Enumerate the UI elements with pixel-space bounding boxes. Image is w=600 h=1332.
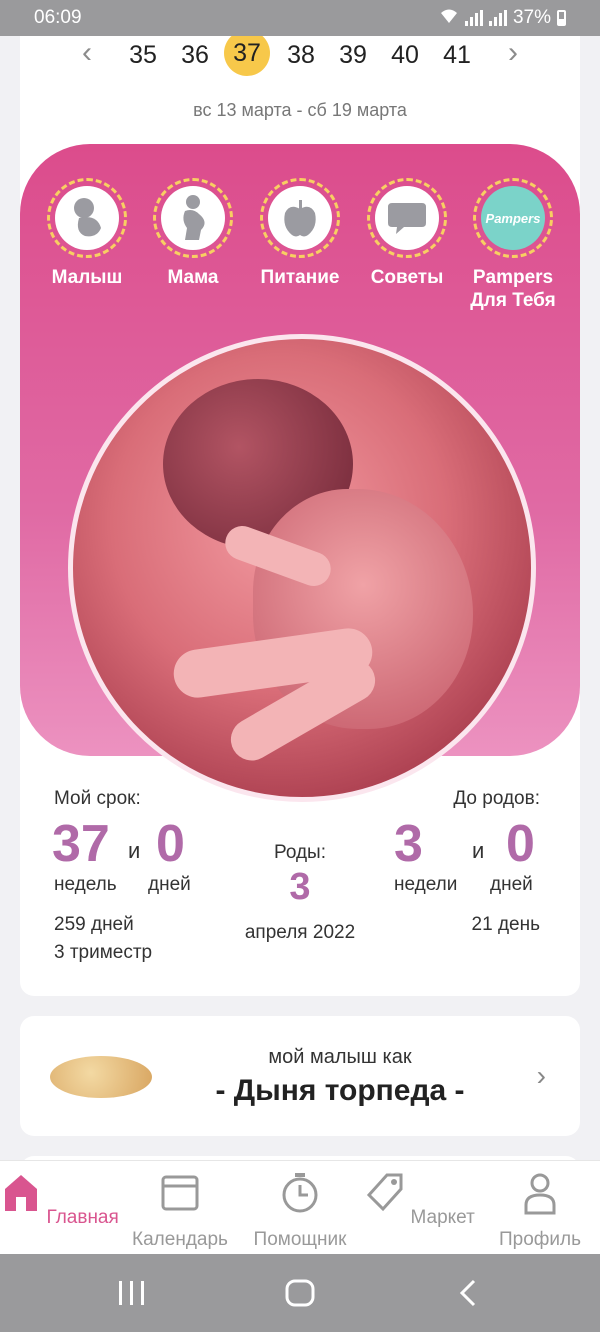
birth-label: Роды: [273, 842, 326, 863]
wifi-icon [439, 8, 459, 29]
week-39[interactable]: 39 [330, 36, 376, 74]
nav-label: Профиль [498, 1229, 582, 1250]
next-week-arrow-icon[interactable]: › [498, 38, 528, 68]
recent-apps-icon[interactable] [116, 1278, 148, 1308]
week-40[interactable]: 40 [382, 36, 428, 74]
until-total: 21 день [471, 914, 540, 935]
nav-market[interactable]: Маркет [360, 1171, 480, 1229]
category-pampers[interactable]: Pampers Pampers Для Тебя [458, 178, 568, 312]
category-tips[interactable]: Советы [352, 178, 462, 289]
signal-icon [464, 10, 483, 26]
nav-assistant[interactable]: Помощник [240, 1171, 360, 1251]
nav-profile[interactable]: Профиль [480, 1171, 600, 1251]
category-nutrition[interactable]: Питание [245, 178, 355, 289]
battery-icon [557, 10, 566, 26]
week-35[interactable]: 35 [120, 36, 166, 74]
home-icon [5, 1175, 38, 1211]
days-unit: дней [148, 874, 191, 895]
until-days-value: 0 [506, 815, 535, 873]
prev-week-arrow-icon[interactable]: ‹ [72, 38, 102, 68]
apple-icon [284, 200, 316, 237]
category-mother[interactable]: Мама [138, 178, 248, 289]
category-label: Малыш [51, 267, 123, 288]
my-term-label: Мой срок: [54, 788, 141, 809]
until-weeks-value: 3 [394, 815, 423, 873]
calendar-icon [161, 1175, 199, 1211]
and-label: и [128, 838, 141, 863]
category-label-line2: Для Тебя [470, 290, 556, 311]
until-weeks-unit: недели [394, 874, 458, 895]
timer-icon [282, 1173, 318, 1213]
and-label-2: и [472, 838, 485, 863]
category-label: Питание [260, 267, 340, 288]
bottom-navigation: Главная Календарь Помощник Маркет Профил… [0, 1160, 600, 1254]
week-selector: ‹ 35 36 37 38 39 40 41 › [20, 30, 580, 76]
birth-day: 3 [289, 866, 311, 908]
week-41[interactable]: 41 [434, 36, 480, 74]
nav-home[interactable]: Главная [0, 1171, 120, 1229]
weeks-value: 37 [52, 815, 110, 873]
weeks-unit: недель [54, 874, 117, 895]
nav-label: Маркет [410, 1207, 475, 1228]
pampers-logo: Pampers [481, 186, 545, 250]
chat-bubble-icon [388, 203, 426, 234]
week-38[interactable]: 38 [278, 36, 324, 74]
size-card-fruit: - Дыня торпеда - [215, 1074, 465, 1107]
week-37-selected[interactable]: 37 [224, 30, 270, 76]
size-card-caption: мой малыш как [268, 1046, 412, 1068]
pregnancy-stats: Мой срок: 37 и 0 недель дней 259 дней 3 … [20, 780, 580, 980]
pregnancy-summary-card: ‹ 35 36 37 38 39 40 41 › вс 13 марта - с… [20, 30, 580, 996]
signal-icon-2 [488, 10, 507, 26]
days-total: 259 дней [54, 914, 134, 935]
nav-label: Главная [46, 1207, 119, 1228]
back-icon[interactable] [456, 1278, 480, 1308]
tag-icon [367, 1173, 403, 1212]
until-birth-label: До родов: [453, 788, 540, 809]
category-label: Советы [370, 267, 444, 288]
status-time: 06:09 [34, 7, 82, 28]
profile-icon [524, 1173, 556, 1215]
chevron-right-icon: › [536, 1060, 546, 1091]
nav-calendar[interactable]: Календарь [120, 1171, 240, 1251]
birth-month: апреля 2022 [244, 922, 356, 943]
nav-label: Календарь [132, 1229, 228, 1250]
category-label-line1: Pampers [472, 267, 554, 288]
fetus-illustration [68, 334, 536, 802]
melon-image [50, 1056, 152, 1098]
baby-icon [74, 198, 101, 237]
trimester: 3 триместр [54, 942, 153, 963]
days-value: 0 [156, 815, 185, 873]
baby-size-card[interactable]: мой малыш как - Дыня торпеда - › [20, 1016, 580, 1136]
status-indicators: 37% [439, 7, 566, 29]
week-date-range: вс 13 марта - сб 19 марта [193, 100, 407, 120]
until-days-unit: дней [490, 874, 533, 895]
week-36[interactable]: 36 [172, 36, 218, 74]
nav-label: Помощник [253, 1229, 347, 1250]
mother-icon [183, 195, 205, 240]
category-label: Мама [167, 267, 219, 288]
category-baby[interactable]: Малыш [32, 178, 142, 289]
battery-percent: 37% [512, 7, 551, 28]
home-button-icon[interactable] [284, 1278, 316, 1308]
status-bar: 06:09 37% [0, 0, 600, 36]
system-navigation-bar [0, 1254, 600, 1332]
